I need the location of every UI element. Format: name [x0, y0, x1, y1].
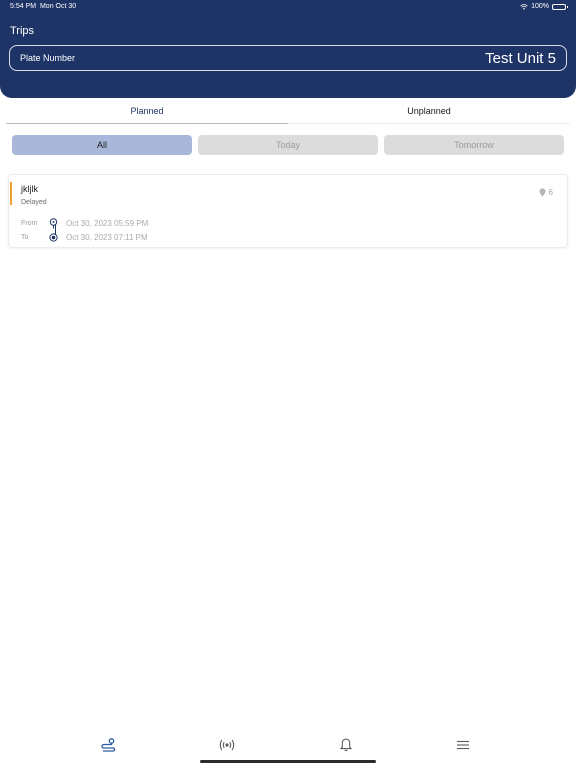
plate-number-field[interactable]: Plate Number Test Unit 5 — [9, 45, 567, 71]
trip-status-indicator — [10, 182, 12, 205]
route-to-time: Oct 30, 2023 07:11 PM — [66, 232, 148, 242]
filter-tomorrow-button[interactable]: Tomorrow — [384, 135, 564, 155]
route-to-label: To — [21, 233, 29, 241]
trips-route-icon — [101, 738, 116, 752]
plate-number-label: Plate Number — [20, 53, 76, 63]
trip-name: jkljlk — [21, 184, 38, 194]
route-to-row: To Oct 30, 2023 07:11 PM — [21, 231, 148, 243]
signal-broadcast-icon — [219, 739, 235, 751]
trip-stops-value: 6 — [548, 188, 553, 197]
battery-percent: 100% — [531, 3, 549, 10]
nav-signal-button[interactable] — [217, 736, 237, 754]
date-filters: All Today Tomorrow — [12, 135, 564, 155]
route-from-label: From — [21, 219, 38, 227]
trip-type-tabs: Planned Unplanned — [6, 100, 570, 124]
status-time: 5:54 PM Mon Oct 30 — [10, 3, 76, 10]
status-date-text: Mon Oct 30 — [39, 3, 77, 10]
trip-status: Delayed — [21, 199, 47, 206]
bottom-navigation — [0, 728, 576, 762]
destination-target-icon — [47, 231, 59, 243]
home-indicator — [200, 760, 376, 763]
status-time-text: 5:54 PM — [10, 3, 37, 10]
filter-all-button[interactable]: All — [12, 135, 192, 155]
route-from-row: From Oct 30, 2023 05:59 PM — [21, 217, 148, 229]
status-bar: 5:54 PM Mon Oct 30 100% — [0, 0, 576, 14]
wifi-icon — [520, 3, 528, 10]
tab-planned[interactable]: Planned — [6, 100, 288, 124]
nav-menu-button[interactable] — [453, 736, 473, 754]
page-title: Trips — [10, 25, 35, 37]
nav-trips-button[interactable] — [98, 736, 118, 754]
route-from-time: Oct 30, 2023 05:59 PM — [66, 218, 149, 228]
trip-stops-count: 6 — [539, 188, 553, 197]
battery-icon — [552, 3, 568, 10]
pin-icon — [539, 188, 546, 197]
header: 5:54 PM Mon Oct 30 100% Trips Plate Numb… — [0, 0, 576, 98]
origin-pin-icon — [47, 217, 59, 229]
trip-card[interactable]: jkljlk Delayed 6 From Oct 30, 2023 05:59… — [8, 174, 568, 248]
nav-notifications-button[interactable] — [336, 736, 356, 754]
hamburger-menu-icon — [457, 740, 469, 750]
filter-today-button[interactable]: Today — [198, 135, 378, 155]
status-right: 100% — [520, 3, 568, 10]
tab-unplanned[interactable]: Unplanned — [288, 100, 570, 124]
bell-icon — [340, 738, 352, 752]
plate-number-value: Test Unit 5 — [485, 50, 556, 67]
